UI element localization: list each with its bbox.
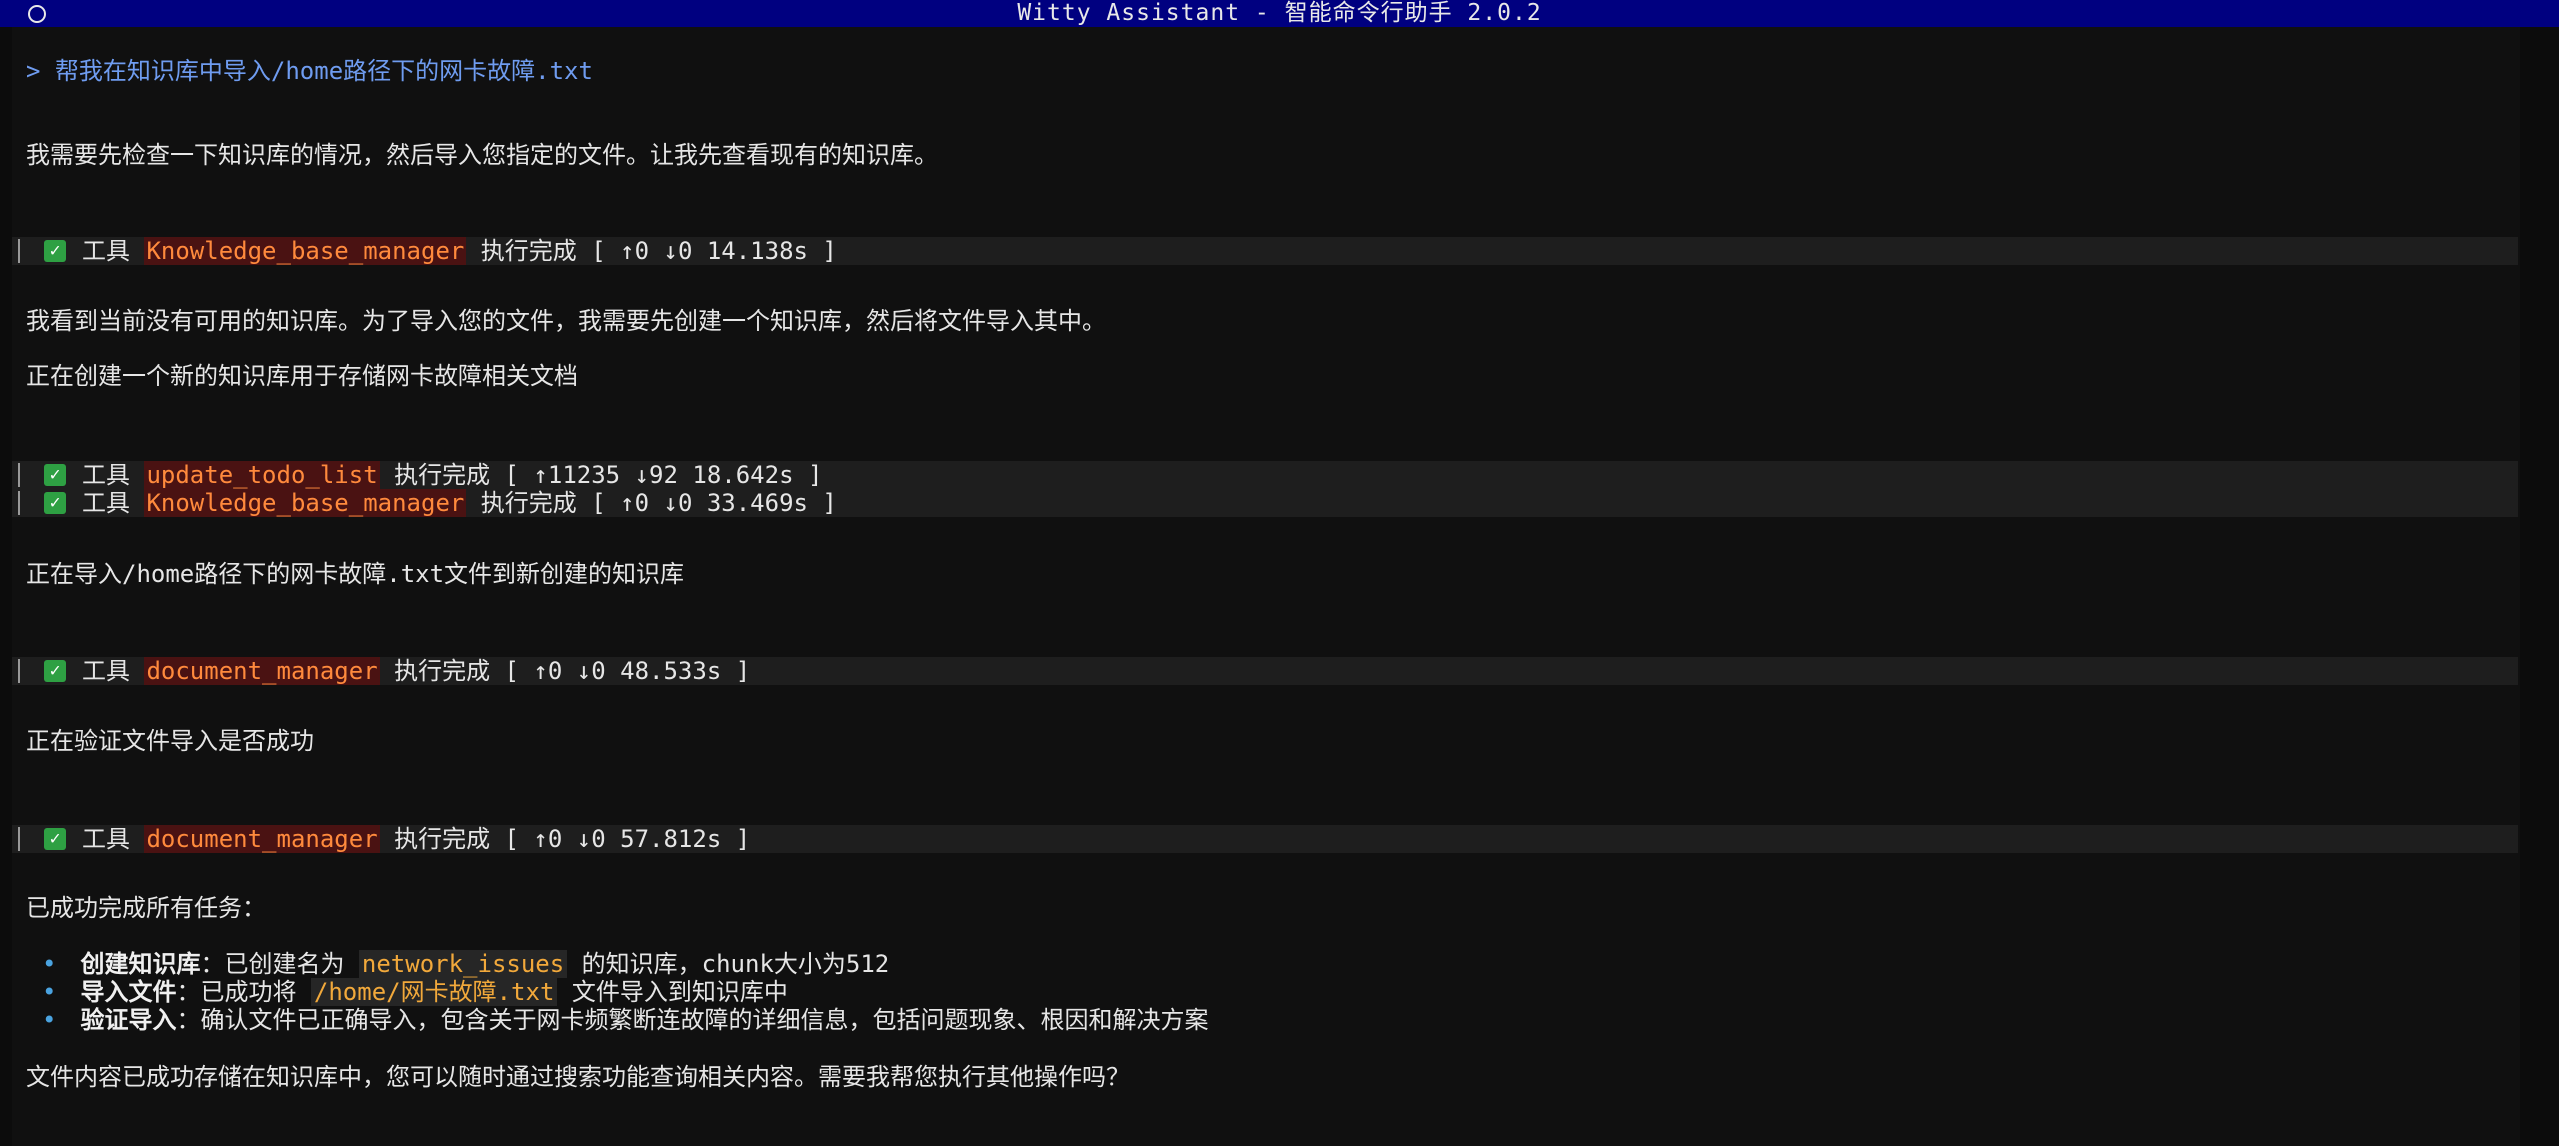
tool-name: Knowledge_base_manager [144,237,467,265]
tool-call-row: ✓ 工具 Knowledge_base_manager 执行完成 [ ↑0 ↓0… [12,489,2518,517]
bullet-icon: • [42,978,57,1006]
item-label: 验证导入 [80,1006,177,1034]
list-item: • 创建知识库：已创建名为 network_issues 的知识库，chunk大小… [42,949,889,979]
tool-name: update_todo_list [144,461,380,489]
window-title: Witty Assistant - 智能命令行助手 2.0.2 [1017,0,1542,26]
tool-prefix: 工具 [82,489,130,517]
row-gutter-bar [18,827,20,851]
check-icon: ✓ [44,660,66,682]
tool-call-row: ✓ 工具 update_todo_list 执行完成 [ ↑11235 ↓92 … [12,461,2518,489]
tool-prefix: 工具 [82,657,130,685]
tool-status: 执行完成 [ ↑0 ↓0 14.138s ] [480,237,837,265]
tool-call-row: ✓ 工具 document_manager 执行完成 [ ↑0 ↓0 48.53… [12,657,2518,685]
tool-call-row: ✓ 工具 Knowledge_base_manager 执行完成 [ ↑0 ↓0… [12,237,2518,265]
item-text: ：确认文件已正确导入，包含关于网卡频繁断连故障的详细信息，包括问题现象、根因和解… [176,1006,1209,1034]
item-text: ：已创建名为 [200,950,359,978]
tool-status: 执行完成 [ ↑0 ↓0 57.812s ] [394,825,751,853]
assistant-message-7: 文件内容已成功存储在知识库中，您可以随时通过搜索功能查询相关内容。需要我帮您执行… [26,1063,1130,1091]
assistant-message-2: 我看到当前没有可用的知识库。为了导入您的文件，我需要先创建一个知识库，然后将文件… [26,307,1106,335]
terminal-content[interactable]: > 帮我在知识库中导入/home路径下的网卡故障.txt 我需要先检查一下知识库… [12,27,2520,1146]
item-text: 文件导入到知识库中 [557,978,788,1006]
terminal-window: Witty Assistant - 智能命令行助手 2.0.2 > 帮我在知识库… [0,0,2559,1146]
tool-name: Knowledge_base_manager [144,489,467,517]
check-icon: ✓ [44,464,66,486]
check-icon: ✓ [44,492,66,514]
bullet-icon: • [42,1006,57,1034]
user-prompt: > 帮我在知识库中导入/home路径下的网卡故障.txt [26,57,593,85]
assistant-message-6: 已成功完成所有任务： [26,894,266,922]
row-gutter-bar [18,659,20,683]
tool-prefix: 工具 [82,825,130,853]
tool-status: 执行完成 [ ↑0 ↓0 33.469s ] [480,489,837,517]
inline-code: /home/网卡故障.txt [310,978,558,1006]
item-text: 的知识库，chunk大小为512 [567,950,890,978]
assistant-message-4: 正在导入/home路径下的网卡故障.txt文件到新创建的知识库 [26,560,685,588]
row-gutter-bar [18,463,20,487]
list-item: • 导入文件：已成功将 /home/网卡故障.txt 文件导入到知识库中 [42,977,788,1007]
assistant-message-5: 正在验证文件导入是否成功 [26,727,314,755]
title-bar: Witty Assistant - 智能命令行助手 2.0.2 [0,0,2559,27]
item-text: ：已成功将 [176,978,311,1006]
row-gutter-bar [18,239,20,263]
tool-name: document_manager [144,657,380,685]
window-circle-icon[interactable] [28,5,46,23]
check-icon: ✓ [44,828,66,850]
inline-code: network_issues [358,950,568,978]
tool-call-row: ✓ 工具 document_manager 执行完成 [ ↑0 ↓0 57.81… [12,825,2518,853]
check-icon: ✓ [44,240,66,262]
tool-prefix: 工具 [82,237,130,265]
item-label: 导入文件 [80,978,177,1006]
tool-prefix: 工具 [82,461,130,489]
item-label: 创建知识库 [80,950,201,978]
tool-name: document_manager [144,825,380,853]
tool-status: 执行完成 [ ↑0 ↓0 48.533s ] [394,657,751,685]
assistant-message-3: 正在创建一个新的知识库用于存储网卡故障相关文档 [26,362,578,390]
row-gutter-bar [18,491,20,515]
bullet-icon: • [42,950,57,978]
tool-status: 执行完成 [ ↑11235 ↓92 18.642s ] [394,461,823,489]
list-item: • 验证导入：确认文件已正确导入，包含关于网卡频繁断连故障的详细信息，包括问题现象… [42,1005,1208,1035]
assistant-message-1: 我需要先检查一下知识库的情况，然后导入您指定的文件。让我先查看现有的知识库。 [26,141,938,169]
